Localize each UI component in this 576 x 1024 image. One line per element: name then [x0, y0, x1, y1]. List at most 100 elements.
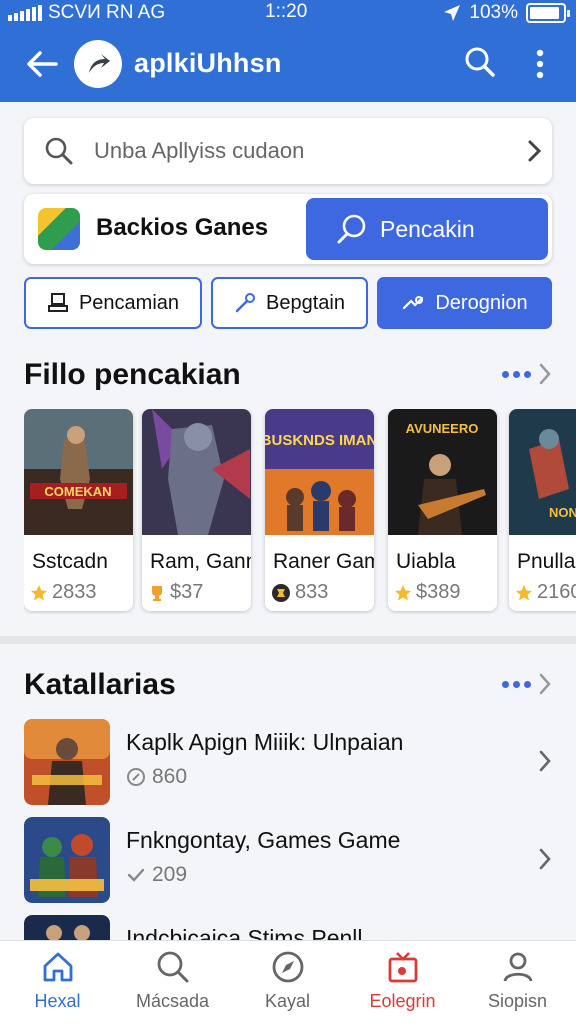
- battery-percent: 103%: [469, 2, 518, 23]
- nav-label: Siopisn: [487, 991, 548, 1011]
- nav-label: Kayal: [264, 991, 311, 1011]
- home-icon: [43, 952, 72, 982]
- game-card-name: Uiabla: [396, 550, 456, 573]
- star-icon: [31, 584, 47, 600]
- game-art-image: NONDE: [509, 409, 576, 535]
- key-icon: [235, 293, 256, 313]
- list-item-meta: 860: [126, 765, 187, 789]
- filter-button-derognion[interactable]: Derognion: [377, 277, 552, 329]
- star-icon: [395, 584, 411, 600]
- game-art-image: [142, 409, 251, 535]
- game-card[interactable]: Ram, Gann $37: [142, 409, 251, 611]
- game-card[interactable]: AVUNEERO Uiabla $389: [388, 409, 497, 611]
- game-card-name: Raner Gam: [273, 550, 374, 573]
- list-item-title: Kaplk Apign Miiik: Ulnpaian: [126, 729, 404, 755]
- filter-label: Derognion: [435, 291, 528, 314]
- featured-label: Backios Ganes: [96, 214, 269, 241]
- featured-search-button[interactable]: Pencakin: [306, 198, 548, 260]
- section-title-catalog: Katallarias: [24, 668, 176, 701]
- chevron-right-icon: [539, 750, 551, 772]
- list-thumbnail: [24, 817, 110, 903]
- app-logo: [74, 40, 122, 88]
- list-item-value: 860: [152, 765, 188, 788]
- list-item[interactable]: Fnkngontay, Games Game 209: [24, 817, 552, 905]
- featured-games-row: Backios Ganes Pencakin: [24, 194, 552, 264]
- game-card-value: $389: [416, 581, 461, 603]
- section-title-popular: Fillo pencakian: [24, 358, 241, 391]
- section-divider: [0, 636, 576, 644]
- compass-icon: [272, 951, 303, 983]
- game-card-value: 2833: [52, 581, 97, 603]
- location-icon: [444, 5, 461, 21]
- game-card-meta: $37: [148, 581, 203, 604]
- nav-label: Eolegrin: [369, 991, 436, 1011]
- nav-label: Hexal: [34, 991, 81, 1011]
- nav-item-home[interactable]: Hexal: [0, 949, 115, 1012]
- chevron-right-icon: [539, 673, 551, 695]
- game-card-carousel: COMEKAN Sstcadn 2833 Ram, Gann $37 BUSKN…: [24, 409, 576, 614]
- game-art-image: BUSKNDS IMAN: [265, 409, 374, 535]
- game-card[interactable]: COMEKAN Sstcadn 2833: [24, 409, 133, 611]
- more-dots-icon: [502, 680, 531, 688]
- game-card-meta: $389: [394, 581, 461, 604]
- swirl-logo-icon: [89, 54, 110, 73]
- trophy-icon: [152, 585, 162, 601]
- check-icon: [127, 868, 145, 882]
- badge-icon: [272, 583, 290, 602]
- search-bar[interactable]: Unba Apllyiss cudaon: [24, 118, 552, 184]
- nav-item-profile[interactable]: Siopisn: [460, 949, 575, 1012]
- game-card-meta: 833: [271, 581, 328, 604]
- list-item-meta: 209: [126, 863, 187, 887]
- rating-icon: [127, 768, 145, 786]
- search-icon: [45, 137, 73, 165]
- gift-icon: [388, 952, 417, 983]
- nav-item-search[interactable]: Mácsada: [115, 949, 230, 1012]
- filter-button-pencamian[interactable]: Pencamian: [24, 277, 202, 329]
- game-card-value: $37: [170, 581, 204, 603]
- section-more-catalog[interactable]: [502, 672, 553, 696]
- key-icon: [403, 296, 424, 310]
- search-icon: [157, 951, 188, 983]
- search-icon: [337, 214, 366, 244]
- game-card[interactable]: BUSKNDS IMAN Raner Gam 833: [265, 409, 374, 611]
- games-thumbnail: [38, 208, 80, 250]
- more-vert-icon[interactable]: [528, 46, 552, 82]
- chevron-right-icon: [539, 848, 551, 870]
- game-card-name: Sstcadn: [32, 550, 108, 573]
- filter-button-bepgtain[interactable]: Bepgtain: [211, 277, 368, 329]
- game-card-value: 833: [295, 581, 329, 603]
- nav-item-gifts[interactable]: Eolegrin: [345, 949, 460, 1012]
- status-right: 103%: [443, 2, 570, 24]
- top-header: SCVИ RN AG 1::20 103% aplkiUhhsn: [0, 0, 576, 102]
- list-item-title: Fnkngontay, Games Game: [126, 827, 401, 853]
- back-arrow-icon[interactable]: [22, 44, 62, 84]
- search-icon[interactable]: [462, 44, 498, 80]
- search-placeholder: Unba Apllyiss cudaon: [94, 138, 305, 163]
- art-text: NONDE: [549, 505, 576, 520]
- chevron-right-icon: [528, 140, 542, 162]
- app-title: aplkiUhhsn: [134, 48, 282, 78]
- list-thumbnail: [24, 719, 110, 805]
- profile-icon: [503, 952, 532, 982]
- game-card-name: Ram, Gann: [150, 550, 251, 573]
- game-art-image: COMEKAN: [24, 409, 133, 535]
- game-art-image: AVUNEERO: [388, 409, 497, 535]
- battery-level: [530, 7, 560, 19]
- list-item-value: 209: [152, 863, 188, 886]
- art-text: COMEKAN: [44, 484, 111, 499]
- clock: 1::20: [265, 1, 308, 22]
- game-card-meta: 2160: [515, 581, 576, 604]
- game-card-name: Pnulla: [517, 550, 576, 573]
- list-item[interactable]: Kaplk Apign Miiik: Ulnpaian 860: [24, 719, 552, 807]
- game-card-meta: 2833: [30, 581, 97, 604]
- section-more-popular[interactable]: [502, 362, 553, 386]
- filter-buttons: Pencamian Bepgtain Derognion: [24, 277, 552, 329]
- filter-label: Bepgtain: [266, 291, 345, 314]
- carrier-info: SCVИ RN AG: [8, 2, 165, 24]
- chevron-right-icon: [539, 363, 551, 385]
- art-text: AVUNEERO: [406, 421, 479, 436]
- game-card[interactable]: NONDE Pnulla 2160: [509, 409, 576, 611]
- nav-item-explore[interactable]: Kayal: [230, 949, 345, 1012]
- app-bar: aplkiUhhsn: [0, 36, 576, 92]
- status-bar: SCVИ RN AG 1::20 103%: [0, 0, 576, 28]
